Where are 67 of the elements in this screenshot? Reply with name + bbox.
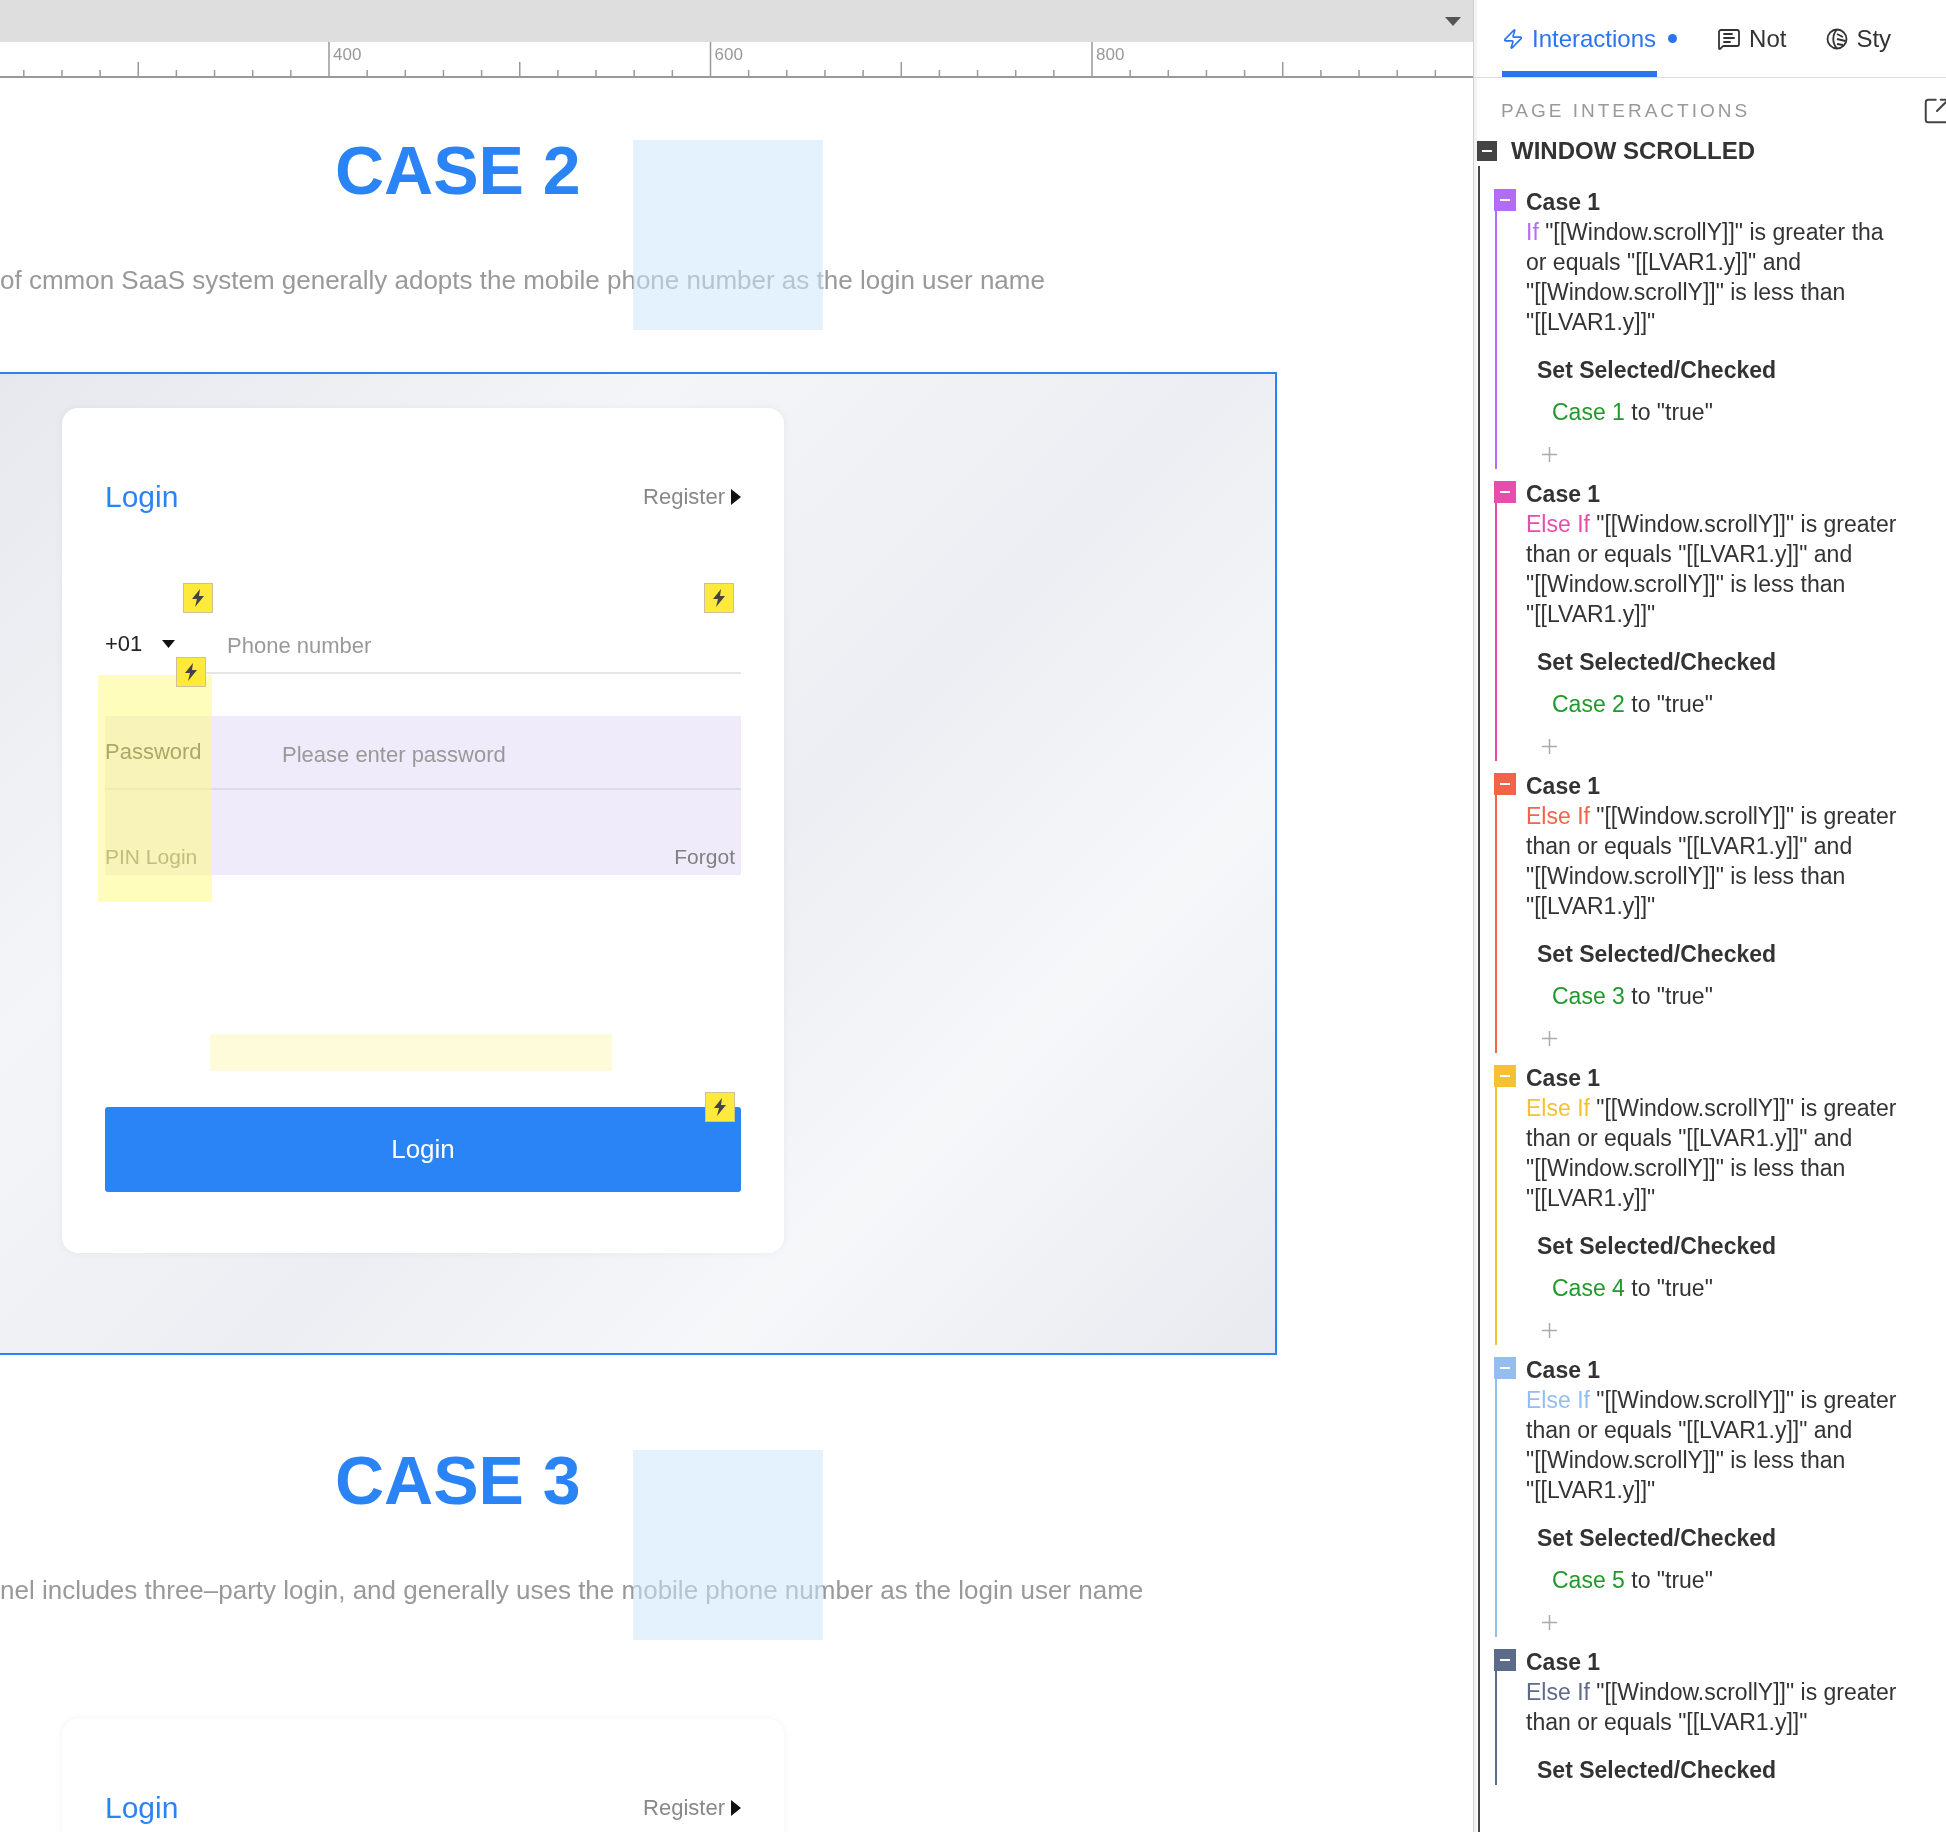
action-target-text: Case 1 to "true" — [1552, 398, 1713, 427]
lightning-badge-icon — [183, 583, 213, 613]
login-title: Login — [105, 1791, 179, 1825]
plus-icon[interactable] — [1542, 1322, 1557, 1338]
register-link[interactable]: Register — [643, 484, 741, 510]
collapse-toggle[interactable] — [1494, 1649, 1516, 1671]
collapse-toggle[interactable] — [1494, 189, 1516, 211]
case-title: Case 1 — [1526, 480, 1601, 509]
lightning-badge-icon — [704, 583, 734, 613]
collapse-toggle[interactable] — [1494, 1065, 1516, 1087]
case-heading: CASE 3 — [335, 1446, 581, 1514]
password-field[interactable]: Please enter password — [282, 716, 741, 790]
action-target-text: Case 4 to "true" — [1552, 1274, 1713, 1303]
panel-tab[interactable]: Sty — [1826, 0, 1892, 77]
login-title: Login — [105, 480, 179, 514]
forgot-link[interactable]: Forgot — [674, 845, 735, 869]
login-button[interactable]: Login — [105, 1107, 741, 1192]
collapse-toggle[interactable] — [1494, 1357, 1516, 1379]
external-link-icon[interactable] — [1922, 96, 1946, 126]
case-title: Case 1 — [1526, 1648, 1601, 1677]
ruler-label: 800 — [1096, 45, 1125, 65]
caret-down-icon[interactable] — [1445, 16, 1461, 26]
caret-down-icon — [162, 640, 176, 648]
action-target-text: Case 5 to "true" — [1552, 1566, 1713, 1595]
plus-icon[interactable] — [1542, 1030, 1557, 1046]
action-target-text: Case 3 to "true" — [1552, 982, 1713, 1011]
condition-text: Else If "[[Window.scrollY]]" is greater than or equals "[[LVAR1.y]]" — [1526, 1678, 1897, 1737]
comment-icon — [1717, 26, 1742, 51]
action-title: Set Selected/Checked — [1537, 1232, 1777, 1261]
action-title: Set Selected/Checked — [1537, 648, 1777, 677]
section-title: PAGE INTERACTIONS — [1501, 100, 1751, 122]
phone-number-field[interactable]: Phone number — [205, 614, 741, 674]
ruler-label: 400 — [333, 45, 362, 65]
case-title: Case 1 — [1526, 772, 1601, 801]
panel-tab[interactable]: Interactions — [1502, 0, 1678, 77]
case-title: Case 1 — [1526, 1356, 1601, 1385]
panel-tab[interactable]: Not — [1717, 0, 1787, 77]
action-title: Set Selected/Checked — [1537, 1524, 1777, 1553]
condition-text: Else If "[[Window.scrollY]]" is greater than or equals "[[LVAR1.y]]" and "[[Window.scrollY]]" is less than "[[LVAR1.y]]" — [1526, 1094, 1897, 1213]
condition-text: If "[[Window.scrollY]]" is greater tha or equals "[[LVAR1.y]]" and "[[Window.scrollY]]" is less than "[[LVAR1.y]]" — [1526, 218, 1884, 337]
plus-icon[interactable] — [1542, 738, 1557, 754]
condition-text: Else If "[[Window.scrollY]]" is greater than or equals "[[LVAR1.y]]" and "[[Window.scrollY]]" is less than "[[LVAR1.y]]" — [1526, 1386, 1897, 1505]
case-heading: CASE 2 — [335, 136, 581, 204]
lightning-badge-icon — [176, 657, 206, 687]
action-title: Set Selected/Checked — [1537, 356, 1777, 385]
style-icon — [1826, 27, 1849, 50]
plus-icon[interactable] — [1542, 446, 1557, 462]
case-title: Case 1 — [1526, 188, 1601, 217]
ruler-label: 600 — [714, 45, 743, 65]
case-title: Case 1 — [1526, 1064, 1601, 1093]
action-title: Set Selected/Checked — [1537, 1756, 1777, 1785]
event-title: WINDOW SCROLLED — [1511, 137, 1755, 165]
action-title: Set Selected/Checked — [1537, 940, 1777, 969]
register-link[interactable]: Register — [643, 1795, 741, 1821]
condition-text: Else If "[[Window.scrollY]]" is greater than or equals "[[LVAR1.y]]" and "[[Window.scrollY]]" is less than "[[LVAR1.y]]" — [1526, 510, 1897, 629]
action-target-text: Case 2 to "true" — [1552, 690, 1713, 719]
plus-icon[interactable] — [1542, 1614, 1557, 1630]
collapse-toggle[interactable] — [1477, 141, 1497, 161]
lightning-icon — [1502, 27, 1524, 50]
collapse-toggle[interactable] — [1494, 773, 1516, 795]
triangle-right-icon — [731, 1800, 741, 1816]
triangle-right-icon — [731, 489, 741, 505]
collapse-toggle[interactable] — [1494, 481, 1516, 503]
condition-text: Else If "[[Window.scrollY]]" is greater than or equals "[[LVAR1.y]]" and "[[Window.scrollY]]" is less than "[[LVAR1.y]]" — [1526, 802, 1897, 921]
lightning-badge-icon — [705, 1092, 735, 1122]
password-label: Password — [105, 716, 282, 790]
country-code-select[interactable]: +01 — [105, 624, 205, 664]
